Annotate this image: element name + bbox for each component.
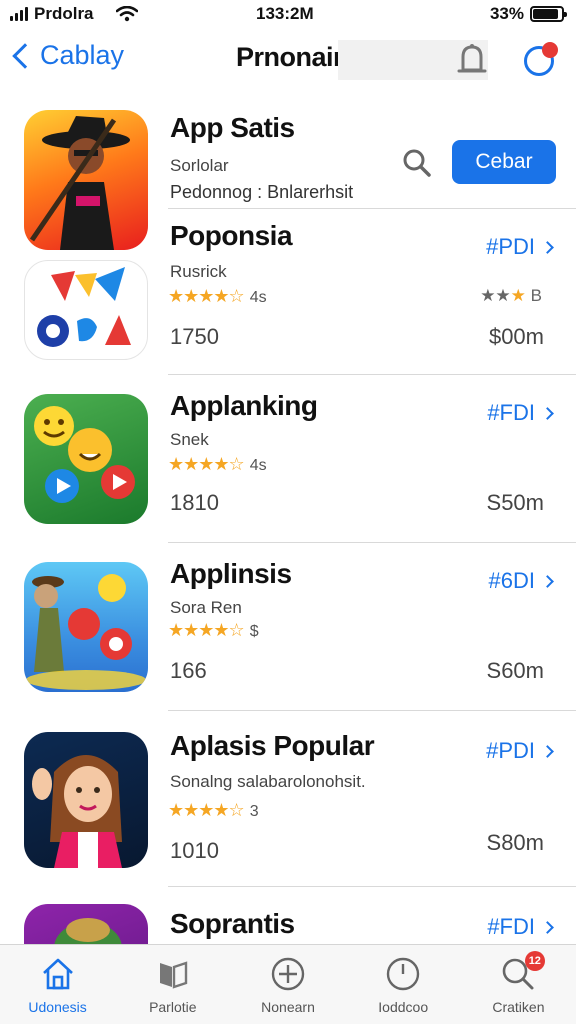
divider: [168, 886, 576, 887]
app-icon-poponsia: [24, 260, 148, 360]
star-rating: ★★★★☆ 4s: [168, 454, 267, 474]
list-item[interactable]: Applinsis Sora Ren ★★★★☆ $ 166 #6DI S60m: [0, 558, 576, 708]
tab-badge: 12: [524, 951, 545, 971]
creature-icon: [54, 918, 122, 945]
list-item[interactable]: Applanking Snek ★★★★☆ 4s 1810 #FDI S50m: [0, 390, 576, 540]
tab-bar: Udonesis Parlotie Nonearn Ioddcoo 12 Cra…: [0, 944, 576, 1024]
category-link[interactable]: #FDI: [487, 400, 554, 426]
clock-time: 133:2M: [256, 4, 314, 23]
category-link[interactable]: #PDI: [486, 234, 554, 260]
app-name: Soprantis: [170, 908, 295, 939]
carrier-label: Prdolra: [34, 4, 94, 23]
app-list: App Satis Sorlolar Pedonnog : Bnlarerhsi…: [0, 100, 576, 945]
tab-label: Parlotie: [149, 999, 197, 1015]
divider: [168, 542, 576, 543]
tab-label: Udonesis: [28, 999, 87, 1015]
back-button[interactable]: Cablay: [10, 40, 124, 71]
app-icon-applinsis: [24, 562, 148, 692]
bell-icon[interactable]: [455, 42, 489, 78]
emoji-icon: [34, 406, 135, 503]
tab-updates[interactable]: Ioddcoo: [346, 945, 461, 1024]
install-count: 1810: [170, 490, 219, 515]
tab-label: Nonearn: [261, 999, 315, 1015]
install-count: 1750: [170, 324, 219, 349]
divider: [168, 710, 576, 711]
list-item-featured[interactable]: App Satis Sorlolar Pedonnog : Bnlarerhsi…: [0, 108, 576, 250]
app-name: Applanking: [170, 390, 318, 421]
status-right: 33%: [489, 4, 567, 24]
chevron-right-icon: [541, 240, 554, 254]
chevron-left-icon: [12, 42, 38, 69]
home-icon: [42, 958, 73, 990]
category-link[interactable]: #6DI: [489, 568, 554, 594]
app-icon-aplasis: [24, 732, 148, 868]
book-icon: [159, 961, 187, 989]
status-bar: Prdolra 133:2M 33%: [0, 0, 576, 28]
category-link[interactable]: #FDI: [487, 914, 554, 940]
tab-label: Ioddcoo: [378, 999, 429, 1015]
girl-avatar-icon: [32, 755, 122, 868]
status-left: Prdolra: [10, 4, 138, 24]
chevron-right-icon: [541, 574, 554, 588]
install-count: 166: [170, 658, 207, 683]
page-title: Prnonain: [236, 42, 350, 72]
colorful-letters-icon: [37, 267, 131, 347]
chevron-right-icon: [541, 406, 554, 420]
tab-label: Cratiken: [492, 999, 545, 1015]
chevron-right-icon: [541, 744, 554, 758]
app-price: $00m: [488, 324, 544, 349]
app-subtitle: Sonalng salabarolonohsit.: [170, 772, 366, 791]
list-item[interactable]: Poponsia Rusrick ★★★★☆ 4s 1750 #PDI ★★★ B…: [0, 220, 576, 370]
chevron-right-icon: [541, 920, 554, 934]
star-rating: ★★★★☆ $: [168, 620, 259, 640]
app-price: S60m: [486, 658, 544, 683]
app-price: S80m: [486, 830, 544, 855]
app-name: App Satis: [170, 112, 295, 143]
app-name: Aplasis Popular: [170, 730, 375, 761]
app-icon-soprantis: [24, 904, 148, 945]
tab-library[interactable]: Parlotie: [115, 945, 230, 1024]
app-name: Poponsia: [170, 220, 293, 251]
mini-rating: ★★★ B: [480, 286, 542, 305]
clock-icon: [387, 957, 420, 991]
star-rating: ★★★★☆ 4s: [168, 286, 267, 306]
tab-home[interactable]: Udonesis: [0, 945, 115, 1024]
app-name: Applinsis: [170, 558, 292, 589]
battery-percent: 33%: [489, 4, 524, 23]
star-rating: ★★★★☆ 3: [168, 800, 259, 820]
category-link[interactable]: #PDI: [486, 738, 554, 764]
game-character-icon: [26, 574, 146, 690]
install-count: 1010: [170, 838, 219, 863]
list-item[interactable]: Soprantis #FDI: [0, 900, 576, 945]
navigation-bar: Cablay Prnonain: [0, 30, 576, 94]
app-description: Pedonnog : Bnlarerhsit: [170, 182, 354, 202]
wifi-icon: [115, 6, 138, 22]
tab-search[interactable]: 12 Cratiken: [461, 945, 576, 1024]
app-subtitle: Sorlolar: [170, 156, 229, 175]
tab-add[interactable]: Nonearn: [230, 945, 345, 1024]
app-icon-applanking: [24, 394, 148, 524]
search-icon[interactable]: [402, 148, 432, 178]
app-subtitle: Snek: [170, 430, 209, 449]
list-item[interactable]: Aplasis Popular Sonalng salabarolonohsit…: [0, 730, 576, 880]
back-label: Cablay: [40, 40, 125, 70]
battery-icon: [530, 6, 567, 22]
plus-circle-icon: [271, 957, 305, 991]
app-subtitle: Rusrick: [170, 262, 227, 281]
notification-badge: [542, 42, 558, 58]
app-price: S50m: [486, 490, 544, 515]
signal-icon: [10, 7, 28, 21]
divider: [168, 208, 576, 209]
app-subtitle: Sora Ren: [170, 598, 242, 617]
notifications-button[interactable]: [522, 42, 558, 76]
get-button[interactable]: Cebar: [452, 140, 556, 184]
divider: [168, 374, 576, 375]
